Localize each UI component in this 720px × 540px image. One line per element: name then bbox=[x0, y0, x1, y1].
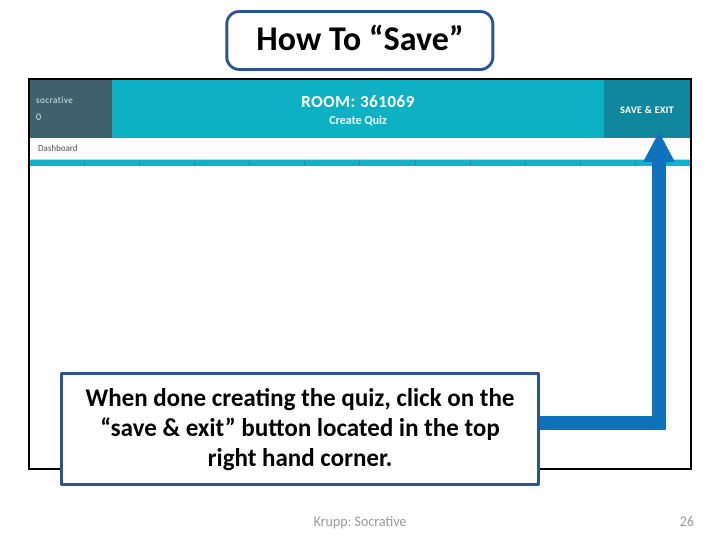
instruction-text: When done creating the quiz, click on th… bbox=[86, 382, 515, 473]
breadcrumb-dashboard[interactable]: Dashboard bbox=[38, 143, 78, 154]
page-number: 26 bbox=[680, 513, 694, 530]
instruction-callout: When done creating the quiz, click on th… bbox=[60, 372, 540, 486]
app-header: socrative 0 ROOM: 361069 Create Quiz SAV… bbox=[30, 80, 690, 138]
save-exit-button[interactable]: SAVE & EXIT bbox=[604, 80, 690, 138]
room-label: ROOM: 361069 bbox=[301, 91, 415, 112]
header-center-panel: ROOM: 361069 Create Quiz bbox=[112, 80, 604, 138]
segment-strip bbox=[30, 160, 690, 166]
brand-label: socrative bbox=[36, 95, 112, 106]
user-count: 0 bbox=[36, 110, 112, 123]
slide-title-box: How To “Save” bbox=[225, 10, 494, 71]
footer-credit: Krupp: Socrative bbox=[314, 513, 407, 530]
page-subtitle: Create Quiz bbox=[329, 114, 387, 128]
breadcrumb-row: Dashboard bbox=[30, 138, 690, 160]
header-left-panel: socrative 0 bbox=[30, 80, 112, 138]
slide-title: How To “Save” bbox=[256, 19, 463, 60]
arrow-head-icon bbox=[643, 132, 675, 162]
save-exit-label: SAVE & EXIT bbox=[620, 103, 674, 116]
